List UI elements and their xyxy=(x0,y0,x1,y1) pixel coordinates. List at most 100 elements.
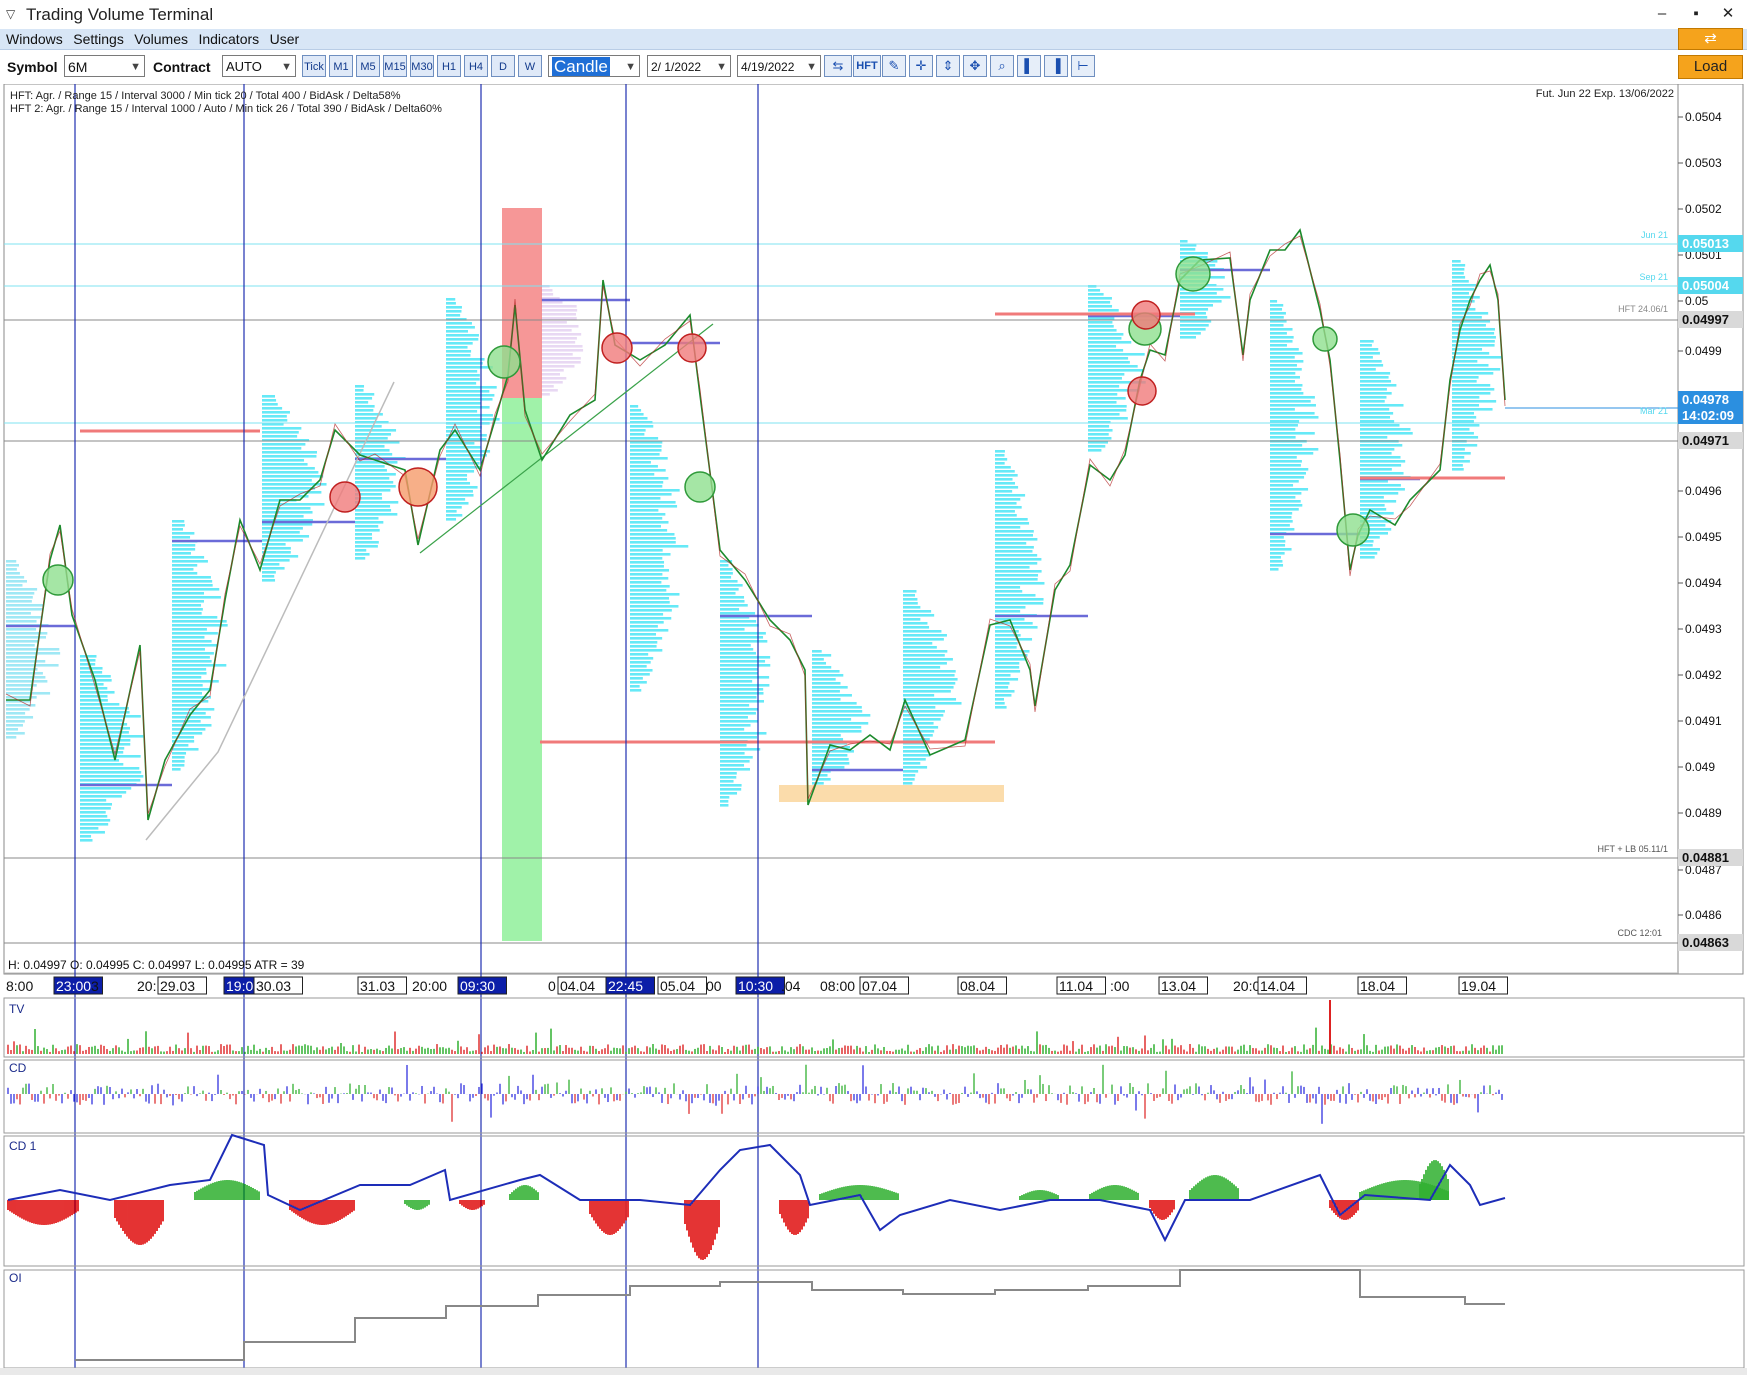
minimize-icon[interactable]: – xyxy=(1650,4,1674,24)
profile-bar xyxy=(630,529,668,532)
menu-windows[interactable]: Windows xyxy=(6,31,63,47)
profile-bar xyxy=(630,669,653,672)
hft-button[interactable]: HFT xyxy=(853,55,881,77)
profile-bar xyxy=(1360,376,1389,379)
profile-bar xyxy=(1360,428,1411,431)
tf-h4-button[interactable]: H4 xyxy=(464,55,488,77)
pen-icon[interactable]: ✎ xyxy=(882,55,906,77)
profile-bar xyxy=(995,542,1027,545)
profile-bar xyxy=(355,409,374,412)
link-icon[interactable]: ⇆ xyxy=(824,55,852,77)
tf-d-button[interactable]: D xyxy=(491,55,515,77)
profile-bar xyxy=(812,702,857,705)
update-button[interactable]: ⇄ xyxy=(1678,28,1743,50)
profile-bar xyxy=(6,588,38,591)
profile-bar xyxy=(446,346,468,349)
profile-bar xyxy=(355,481,394,484)
tf-w-button[interactable]: W xyxy=(518,55,542,77)
date-to-picker[interactable]: 4/19/2022 ▼ xyxy=(737,55,821,77)
profile-bar xyxy=(1270,556,1281,559)
chart-type-select[interactable]: Candle ▼ xyxy=(548,55,640,77)
price-tick-label: 0.049 xyxy=(1685,760,1715,774)
profile-bar xyxy=(995,474,1018,477)
menu-indicators[interactable]: Indicators xyxy=(198,31,259,47)
profile-bar xyxy=(903,626,930,629)
tf-h1-button[interactable]: H1 xyxy=(437,55,461,77)
magnifier-icon[interactable]: ⌕ xyxy=(990,55,1014,77)
menu-settings[interactable]: Settings xyxy=(73,31,124,47)
profile-bar xyxy=(80,655,97,658)
fit-icon[interactable]: ✥ xyxy=(963,55,987,77)
profile-bar xyxy=(1360,420,1395,423)
profile-bar xyxy=(172,524,185,527)
profile-bar xyxy=(1360,480,1388,483)
profile-bar xyxy=(446,374,480,377)
profile-bar xyxy=(1360,548,1380,551)
profile-bar xyxy=(80,815,108,818)
symbol-select[interactable]: 6M ▼ xyxy=(64,55,145,77)
tf-m15-button[interactable]: M15 xyxy=(383,55,407,77)
menu-volumes[interactable]: Volumes xyxy=(134,31,188,47)
profile-bar xyxy=(262,467,315,470)
profile-bar xyxy=(1088,305,1113,308)
profile-bar xyxy=(903,722,934,725)
measure-icon[interactable]: ⊢ xyxy=(1071,55,1095,77)
close-icon[interactable]: ✕ xyxy=(1716,4,1740,24)
contract-select[interactable]: AUTO ▼ xyxy=(222,55,296,77)
profile-bar xyxy=(172,592,205,595)
profile-bar xyxy=(1180,252,1208,255)
crosshair-icon[interactable]: ✛ xyxy=(909,55,933,77)
profile-bar xyxy=(1360,488,1405,491)
profile-bar xyxy=(1452,264,1466,267)
profile-bar xyxy=(6,712,26,715)
profile-bar xyxy=(6,680,48,683)
profile-bar xyxy=(446,494,474,497)
date-from-picker[interactable]: 2/ 1/2022 ▼ xyxy=(647,55,731,77)
price-axis xyxy=(1677,84,1744,975)
menu-user[interactable]: User xyxy=(270,31,300,47)
load-button[interactable]: Load xyxy=(1678,55,1743,79)
profile-bar xyxy=(1452,380,1477,383)
bottom-symbol-tabs[interactable] xyxy=(0,1368,1747,1375)
tf-m30-button[interactable]: M30 xyxy=(410,55,434,77)
chart-frame xyxy=(3,84,1679,975)
profile-bar xyxy=(262,567,285,570)
profile-bar xyxy=(172,620,227,623)
chart-type-value: Candle xyxy=(552,57,610,76)
profile-bar xyxy=(720,752,745,755)
profile-bar xyxy=(355,521,384,524)
profile-bar xyxy=(1180,324,1209,327)
profile-bar xyxy=(1270,300,1278,303)
profile-settings-icon[interactable]: ▐ xyxy=(1044,55,1068,77)
menu-bar: Windows Settings Volumes Indicators User xyxy=(0,29,1747,50)
profile-bar xyxy=(1452,456,1465,459)
profile-bar xyxy=(903,778,915,781)
vertical-zoom-icon[interactable]: ⇕ xyxy=(936,55,960,77)
tf-tick-button[interactable]: Tick xyxy=(302,55,326,77)
profile-bar xyxy=(812,778,831,781)
profile-bar xyxy=(1270,348,1299,351)
profile-bar xyxy=(1360,504,1385,507)
profile-bar xyxy=(355,393,375,396)
profile-bar xyxy=(6,580,27,583)
profile-bar xyxy=(1360,444,1403,447)
chevron-down-icon: ▼ xyxy=(716,61,727,73)
profile-bar xyxy=(541,321,567,324)
tf-m1-button[interactable]: M1 xyxy=(329,55,353,77)
profile-bar xyxy=(995,514,1017,517)
price-chart[interactable]: 0.05040.05030.05020.05010.050.04990.0496… xyxy=(0,84,1747,1368)
profile-bar xyxy=(630,577,669,580)
profile-bar xyxy=(262,491,322,494)
volume-settings-icon[interactable]: ▌ xyxy=(1017,55,1041,77)
price-tick-label: 0.0492 xyxy=(1685,668,1722,682)
maximize-icon[interactable]: ▪ xyxy=(1684,4,1708,24)
ohlc-readout: H: 0.04997 O: 0.04995 C: 0.04997 L: 0.04… xyxy=(8,958,305,972)
profile-bar xyxy=(262,511,313,514)
profile-bar xyxy=(903,610,932,613)
tf-m5-button[interactable]: M5 xyxy=(356,55,380,77)
profile-bar xyxy=(630,501,676,504)
profile-bar xyxy=(1270,444,1303,447)
profile-bar xyxy=(630,633,657,636)
profile-bar xyxy=(1270,460,1302,463)
time-label: 0 xyxy=(548,978,556,994)
